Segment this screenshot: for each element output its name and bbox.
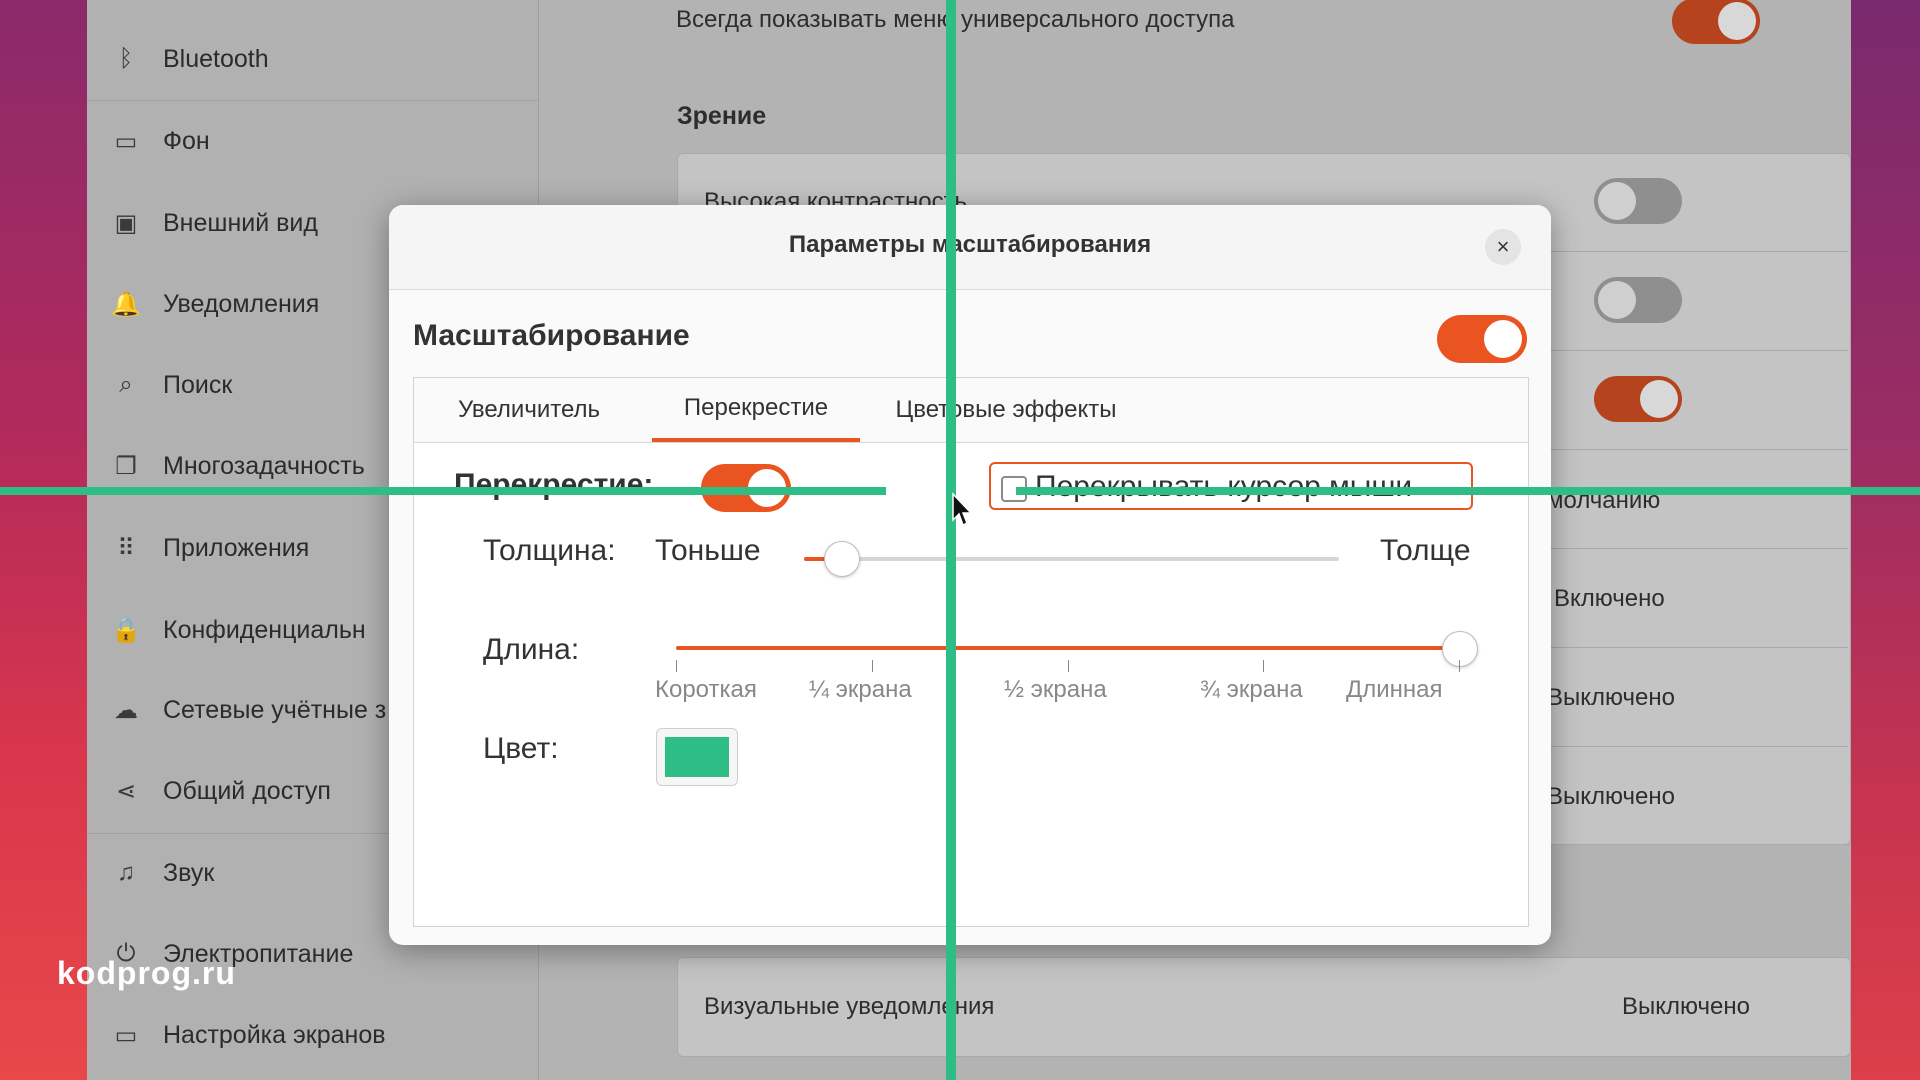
length-tick: [1459, 660, 1460, 672]
cloud-icon: ☁: [114, 696, 138, 724]
sidebar-item-label: Внешний вид: [163, 208, 318, 237]
high-contrast-switch[interactable]: [1594, 178, 1682, 224]
color-swatch: [665, 737, 729, 777]
share-icon: ⋖: [115, 777, 137, 805]
zoom-title: Масштабирование: [413, 319, 690, 352]
close-button[interactable]: ×: [1485, 229, 1521, 265]
sidebar-separator: [87, 100, 538, 101]
desktop-background: [1851, 0, 1920, 1080]
watermark: kodprog.ru: [57, 955, 236, 991]
crosshair-horizontal-line-left: [0, 487, 886, 495]
sidebar-item-label: Приложения: [163, 533, 310, 562]
crosshair-vertical-line: [946, 0, 956, 1080]
thickness-slider-handle[interactable]: [824, 541, 861, 577]
length-tick: [871, 660, 873, 672]
vision-heading: Зрение: [677, 102, 767, 130]
crosshairs-label: Перекрестие:: [454, 468, 654, 501]
zoom-value: Включено: [1554, 585, 1665, 612]
sidebar-item-label: Уведомления: [163, 289, 320, 318]
tab-bar: Увеличитель Перекрестие Цветовые эффекты: [414, 378, 1528, 443]
length-tick-label: ¼ экрана: [809, 676, 912, 703]
sidebar-item-1[interactable]: ▭ Фон: [87, 101, 538, 181]
screen-reader-value: Выключено: [1547, 684, 1675, 711]
always-show-menu-switch[interactable]: [1672, 0, 1760, 44]
length-tick-label: Длинная: [1346, 676, 1443, 703]
animations-switch[interactable]: [1594, 376, 1682, 422]
thickness-slider-track[interactable]: [804, 557, 1339, 561]
display-icon: ▭: [114, 1021, 138, 1049]
mouse-pointer-icon: [952, 492, 973, 527]
visual-alerts-value: Выключено: [1622, 993, 1750, 1020]
sidebar-item-12[interactable]: ▭ Настройка экранов: [87, 995, 538, 1075]
bluetooth-icon: ᛒ: [118, 45, 134, 72]
color-picker-button[interactable]: [656, 728, 738, 786]
apps-grid-icon: ⠿: [117, 534, 135, 562]
length-tick: [676, 660, 677, 672]
length-tick-label: Короткая: [655, 676, 757, 703]
sidebar-item-label: Сетевые учётные з: [163, 695, 387, 724]
length-slider-handle[interactable]: [1442, 631, 1478, 667]
appearance-icon: ▣: [114, 209, 138, 237]
tab-magnifier[interactable]: Увеличитель: [432, 378, 626, 442]
sidebar-item-label: Поиск: [163, 370, 233, 399]
crosshair-horizontal-line-right: [1016, 487, 1920, 495]
tab-crosshairs[interactable]: Перекрестие: [652, 378, 860, 442]
length-tick-label: ¾ экрана: [1200, 676, 1303, 703]
music-note-icon: ♫: [117, 859, 135, 886]
thicker-label: Толще: [1380, 534, 1471, 567]
sidebar-item-label: Bluetooth: [163, 44, 269, 73]
sidebar-item-label: Звук: [163, 858, 215, 887]
sidebar-item-label: Конфиденциальн: [163, 615, 366, 644]
sidebar-item-label: Многозадачность: [163, 451, 365, 480]
sidebar-item-0[interactable]: ᛒ Bluetooth: [87, 19, 538, 99]
multitasking-icon: ❐: [115, 452, 137, 480]
background-icon: ▭: [114, 127, 138, 155]
bell-icon: 🔔: [111, 290, 141, 318]
sidebar-item-label: Настройка экранов: [163, 1020, 386, 1049]
length-tick: [1067, 660, 1069, 672]
thinner-label: Тоньше: [655, 534, 761, 567]
color-label: Цвет:: [483, 732, 559, 765]
length-tick: [1263, 660, 1265, 672]
sound-keys-value: Выключено: [1547, 783, 1675, 810]
search-icon: ⌕: [119, 371, 133, 398]
thickness-label: Толщина:: [483, 534, 616, 567]
zoom-notebook: Увеличитель Перекрестие Цветовые эффекты…: [413, 377, 1529, 927]
sidebar-item-label: Общий доступ: [163, 776, 331, 805]
dialog-title: Параметры масштабирования: [788, 231, 1152, 258]
tab-color-effects[interactable]: Цветовые эффекты: [884, 378, 1128, 442]
zoom-switch[interactable]: [1437, 315, 1527, 363]
lock-icon: 🔒: [111, 616, 141, 644]
close-icon: ×: [1496, 234, 1510, 259]
length-tick-label: ½ экрана: [1004, 676, 1107, 703]
overlap-cursor-checkbox[interactable]: Перекрывать курсор мыши: [989, 462, 1473, 510]
length-slider-fill: [676, 646, 1459, 650]
sidebar-item-label: Фон: [163, 126, 210, 155]
large-text-switch[interactable]: [1594, 277, 1682, 323]
zoom-options-dialog: Параметры масштабирования × Масштабирова…: [389, 205, 1551, 945]
dialog-header: Параметры масштабирования ×: [389, 205, 1551, 290]
length-label: Длина:: [483, 633, 580, 666]
